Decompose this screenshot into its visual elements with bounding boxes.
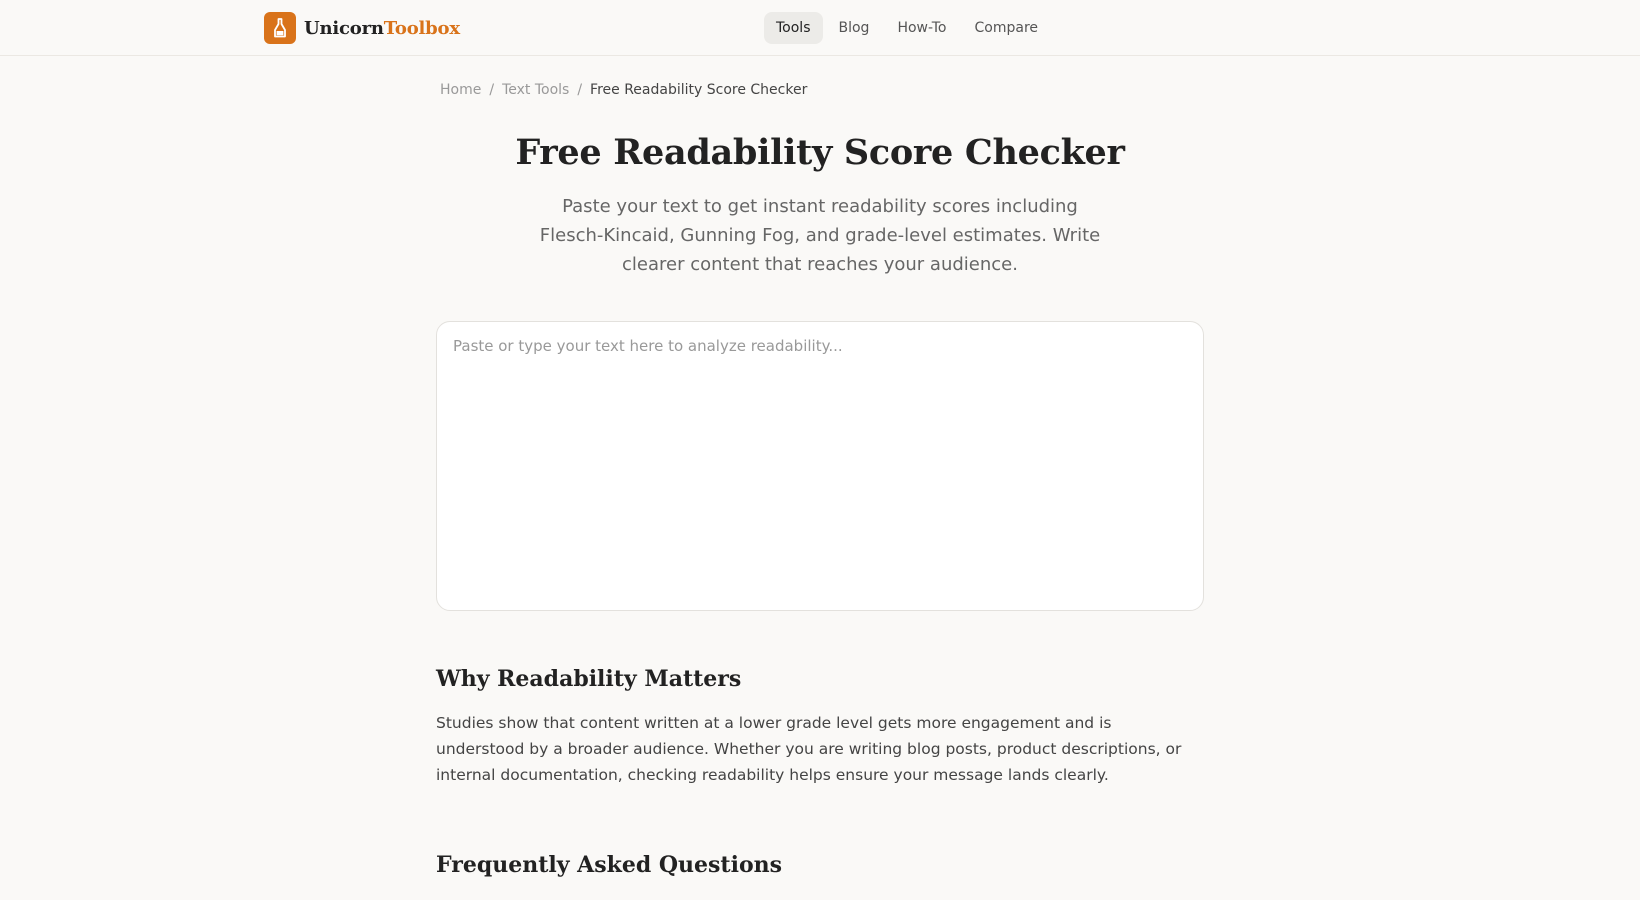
nav-item-how-to[interactable]: How-To: [885, 12, 958, 44]
breadcrumb-text-tools[interactable]: Text Tools: [502, 82, 569, 98]
breadcrumb-current: Free Readability Score Checker: [590, 82, 808, 98]
nav-item-compare[interactable]: Compare: [963, 12, 1051, 44]
why-readability-heading: Why Readability Matters: [436, 666, 742, 692]
faq-heading: Frequently Asked Questions: [436, 852, 783, 878]
breadcrumb-separator: /: [577, 82, 583, 98]
brand-name: UnicornToolbox: [304, 17, 460, 39]
main-nav: Tools Blog How-To Compare: [764, 12, 1054, 44]
why-readability-text: Studies show that content written at a l…: [436, 714, 1182, 784]
bottle-icon: [264, 12, 296, 44]
top-navigation-bar: UnicornToolbox Tools Blog How-To Compare: [0, 0, 1640, 56]
breadcrumb: Home / Text Tools / Free Readability Sco…: [440, 82, 807, 98]
page-subtitle: Paste your text to get instant readabili…: [539, 196, 1101, 275]
breadcrumb-home[interactable]: Home: [440, 82, 481, 98]
brand-logo[interactable]: UnicornToolbox: [264, 12, 460, 44]
text-input[interactable]: [436, 321, 1204, 611]
breadcrumb-separator: /: [489, 82, 495, 98]
nav-item-tools[interactable]: Tools: [764, 12, 823, 44]
nav-item-blog[interactable]: Blog: [827, 12, 882, 44]
page-title: Free Readability Score Checker: [515, 132, 1125, 173]
